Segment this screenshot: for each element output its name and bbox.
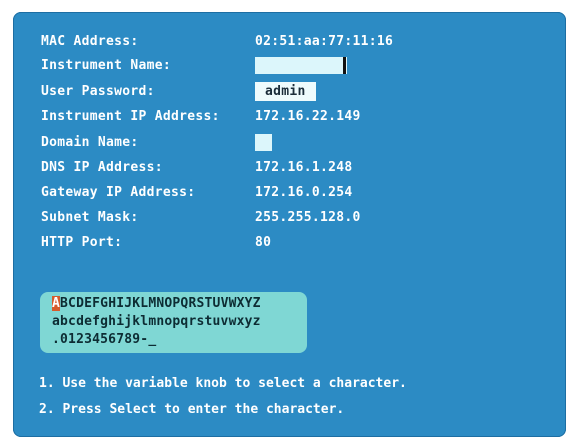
uppercase-characters: BCDEFGHIJKLMNOPQRSTUVWXYZ xyxy=(60,296,261,311)
instrument-name-label: Instrument Name: xyxy=(41,58,172,73)
gateway-ip-label: Gateway IP Address: xyxy=(41,185,196,200)
char-row-digits-symbols[interactable]: .0123456789-_ xyxy=(52,331,156,349)
subnet-mask-value[interactable]: 255.255.128.0 xyxy=(255,208,361,228)
dns-ip-label: DNS IP Address: xyxy=(41,160,163,175)
mac-address-value: 02:51:aa:77:11:16 xyxy=(255,34,394,49)
char-row-lowercase[interactable]: abcdefghijklmnopqrstuvwxyz xyxy=(52,313,261,331)
domain-name-label: Domain Name: xyxy=(41,135,139,150)
http-port-value[interactable]: 80 xyxy=(255,233,271,253)
user-password-field[interactable]: admin xyxy=(255,82,316,101)
character-selector[interactable]: ABCDEFGHIJKLMNOPQRSTUVWXYZ abcdefghijklm… xyxy=(40,292,307,353)
char-row-uppercase[interactable]: ABCDEFGHIJKLMNOPQRSTUVWXYZ xyxy=(52,295,261,313)
dns-ip-value[interactable]: 172.16.1.248 xyxy=(255,158,353,178)
instruction-2: 2. Press Select to enter the character. xyxy=(39,402,345,417)
http-port-label: HTTP Port: xyxy=(41,235,123,250)
instruction-1: 1. Use the variable knob to select a cha… xyxy=(39,376,407,391)
instrument-name-field[interactable] xyxy=(255,57,347,74)
selected-character[interactable]: A xyxy=(52,296,61,311)
mac-address-label: MAC Address: xyxy=(41,34,139,49)
instrument-ip-label: Instrument IP Address: xyxy=(41,109,220,124)
instrument-ip-value[interactable]: 172.16.22.149 xyxy=(255,107,361,127)
gateway-ip-value[interactable]: 172.16.0.254 xyxy=(255,183,353,203)
user-password-label: User Password: xyxy=(41,84,155,99)
text-cursor xyxy=(343,57,346,74)
domain-name-field[interactable] xyxy=(255,134,272,151)
lan-settings-screen: MAC Address: 02:51:aa:77:11:16 Instrumen… xyxy=(13,12,566,437)
subnet-mask-label: Subnet Mask: xyxy=(41,210,139,225)
